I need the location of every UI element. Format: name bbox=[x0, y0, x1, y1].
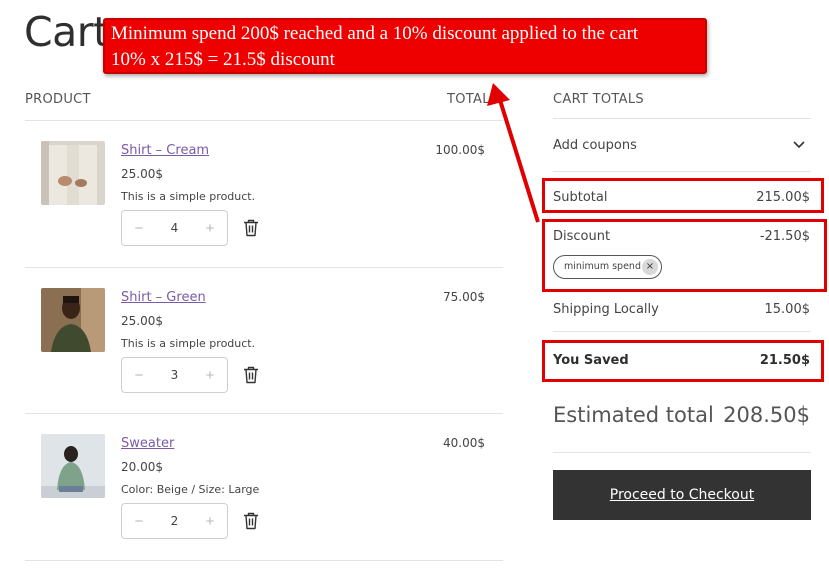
add-coupons-toggle[interactable]: Add coupons bbox=[553, 138, 637, 153]
product-description: This is a simple product. bbox=[121, 337, 256, 350]
trash-icon[interactable] bbox=[243, 366, 259, 384]
cart-item: Shirt – Cream 25.00$ This is a simple pr… bbox=[25, 121, 503, 267]
quantity-value[interactable]: 2 bbox=[171, 514, 179, 528]
column-header-product: PRODUCT bbox=[25, 92, 91, 107]
highlight-subtotal bbox=[542, 178, 824, 213]
highlight-discount bbox=[542, 219, 827, 292]
product-price: 25.00$ bbox=[121, 167, 163, 181]
decrease-quantity-button[interactable]: − bbox=[132, 513, 146, 530]
product-link[interactable]: Shirt – Green bbox=[121, 290, 206, 305]
divider bbox=[553, 118, 811, 119]
cart-item: Shirt – Green 25.00$ This is a simple pr… bbox=[25, 268, 503, 414]
product-price: 20.00$ bbox=[121, 460, 163, 474]
column-header-total: TOTAL bbox=[447, 92, 490, 107]
estimated-total-label: Estimated total bbox=[553, 403, 714, 427]
quantity-stepper[interactable]: − 2 + bbox=[121, 503, 228, 539]
product-variation: Color: Beige / Size: Large bbox=[121, 483, 260, 496]
product-price: 25.00$ bbox=[121, 314, 163, 328]
quantity-value[interactable]: 4 bbox=[171, 221, 179, 235]
quantity-stepper[interactable]: − 3 + bbox=[121, 357, 228, 393]
product-thumbnail[interactable] bbox=[41, 141, 105, 205]
annotation-line-2: 10% x 215$ = 21.5$ discount bbox=[111, 49, 335, 70]
product-link[interactable]: Shirt – Cream bbox=[121, 143, 209, 158]
shipping-label: Shipping Locally bbox=[553, 302, 659, 317]
decrease-quantity-button[interactable]: − bbox=[132, 220, 146, 237]
shipping-value: 15.00$ bbox=[764, 302, 811, 317]
divider bbox=[553, 331, 811, 332]
divider bbox=[25, 560, 503, 561]
page-title: Cart bbox=[24, 8, 109, 56]
divider bbox=[553, 452, 811, 453]
line-total: 100.00$ bbox=[435, 143, 485, 157]
trash-icon[interactable] bbox=[243, 219, 259, 237]
annotation-line-1: Minimum spend 200$ reached and a 10% dis… bbox=[111, 23, 639, 44]
product-link[interactable]: Sweater bbox=[121, 436, 174, 451]
decrease-quantity-button[interactable]: − bbox=[132, 367, 146, 384]
divider bbox=[553, 171, 811, 172]
estimated-total-value: 208.50$ bbox=[723, 403, 810, 427]
annotation-callout: Minimum spend 200$ reached and a 10% dis… bbox=[103, 18, 707, 74]
increase-quantity-button[interactable]: + bbox=[203, 367, 217, 384]
chevron-down-icon[interactable] bbox=[792, 139, 806, 149]
increase-quantity-button[interactable]: + bbox=[203, 513, 217, 530]
quantity-value[interactable]: 3 bbox=[171, 368, 179, 382]
trash-icon[interactable] bbox=[243, 512, 259, 530]
quantity-stepper[interactable]: − 4 + bbox=[121, 210, 228, 246]
line-total: 75.00$ bbox=[443, 290, 485, 304]
line-total: 40.00$ bbox=[443, 436, 485, 450]
product-thumbnail[interactable] bbox=[41, 434, 105, 498]
cart-totals-title: CART TOTALS bbox=[553, 92, 644, 107]
product-description: This is a simple product. bbox=[121, 190, 256, 203]
proceed-to-checkout-button[interactable]: Proceed to Checkout bbox=[553, 470, 811, 520]
cart-item: Sweater 20.00$ Color: Beige / Size: Larg… bbox=[25, 414, 503, 560]
highlight-you-saved bbox=[542, 340, 824, 382]
product-thumbnail[interactable] bbox=[41, 288, 105, 352]
increase-quantity-button[interactable]: + bbox=[203, 220, 217, 237]
